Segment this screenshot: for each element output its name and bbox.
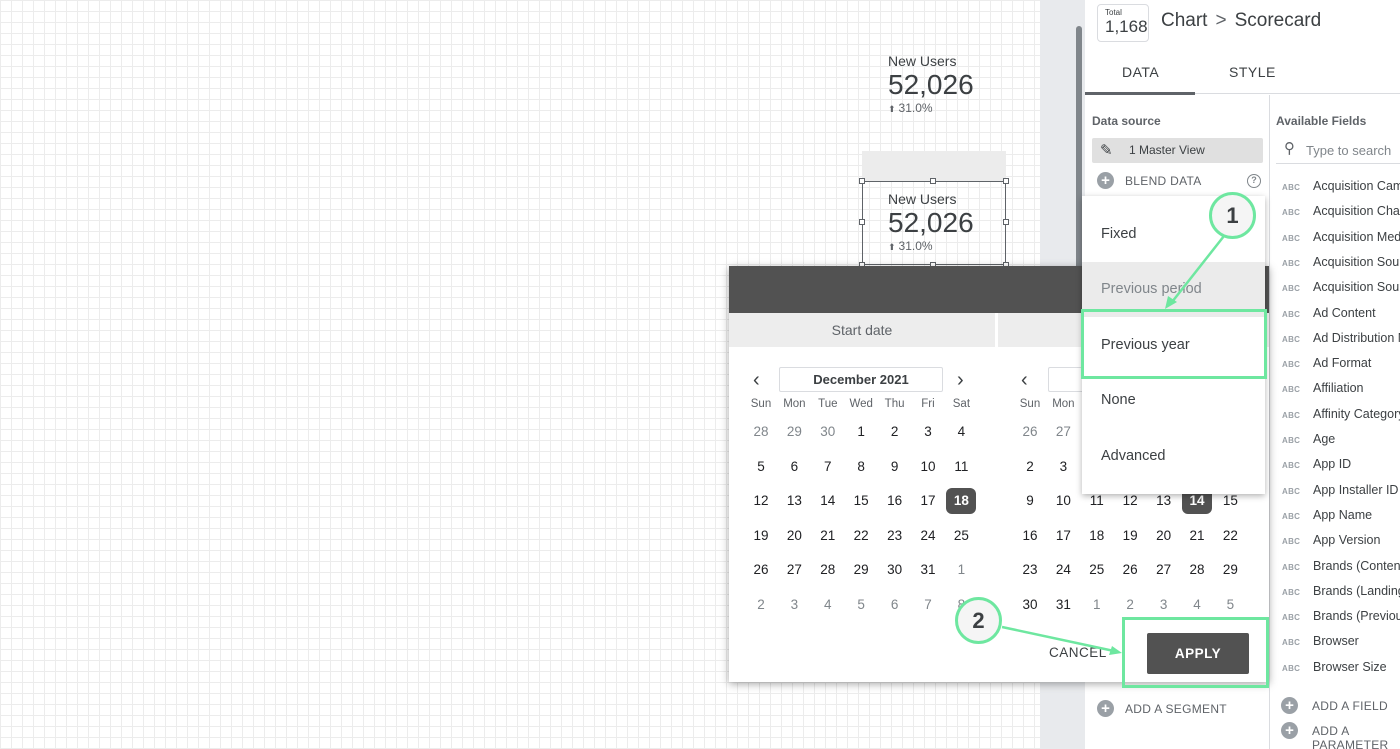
arrow-to-apply bbox=[1001, 625, 1115, 653]
annotation-arrows bbox=[1001, 235, 1225, 655]
arrowhead bbox=[1109, 646, 1122, 655]
step-1-badge: 1 bbox=[1209, 192, 1256, 239]
arrow-to-previous-year bbox=[1171, 235, 1225, 303]
step-2-badge: 2 bbox=[955, 597, 1002, 644]
